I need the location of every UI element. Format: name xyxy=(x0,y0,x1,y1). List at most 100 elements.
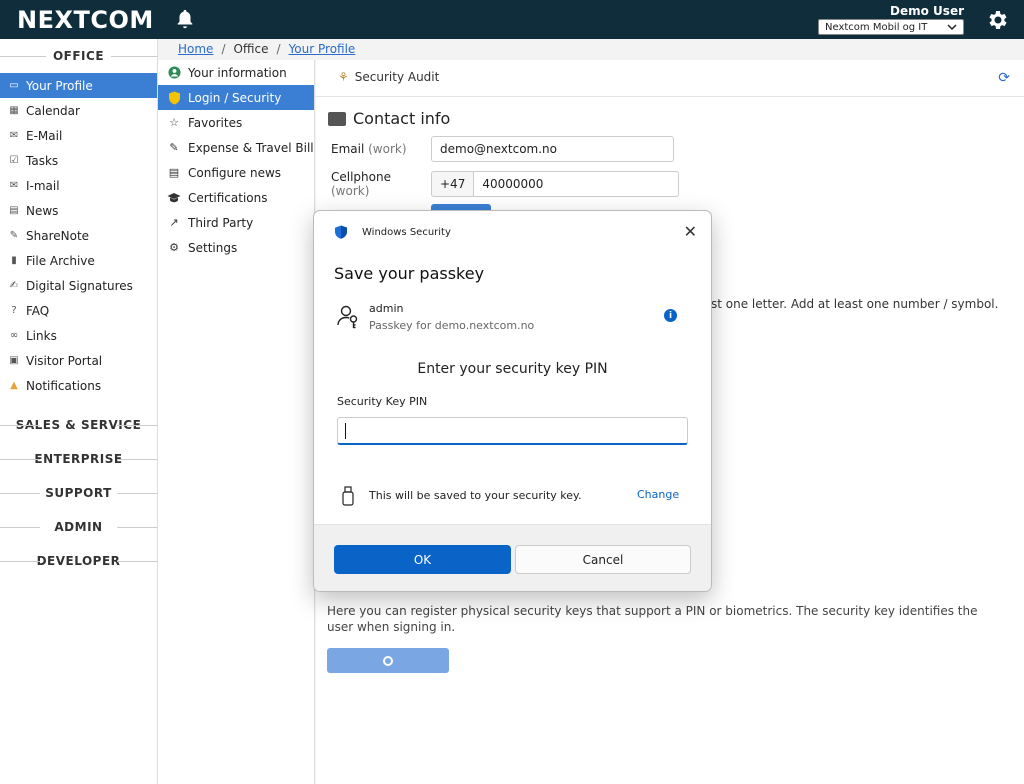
section-office[interactable]: OFFICE xyxy=(0,39,157,73)
sidebar-item-faq[interactable]: ? FAQ xyxy=(0,298,157,323)
news-icon: ▤ xyxy=(9,205,19,216)
save-note: This will be saved to your security key. xyxy=(369,489,582,502)
sidebar-item-imail[interactable]: ✉ I-mail xyxy=(0,173,157,198)
breadcrumb-your-profile[interactable]: Your Profile xyxy=(289,42,356,56)
country-code[interactable]: +47 xyxy=(431,171,474,197)
tasks-icon: ☑ xyxy=(9,155,19,166)
sidebar-item-label: Notifications xyxy=(26,378,102,393)
star-icon: ☆ xyxy=(169,116,179,129)
tab-third-party[interactable]: ↗ Third Party xyxy=(158,210,314,235)
sidebar-item-label: E-Mail xyxy=(26,128,63,143)
tab-login-security[interactable]: Login / Security xyxy=(158,85,314,110)
sharenote-icon: ✎ xyxy=(9,230,19,241)
security-key-description: Here you can register physical security … xyxy=(327,604,978,634)
sidebar-item-tasks[interactable]: ☑ Tasks xyxy=(0,148,157,173)
submenu-label: Certifications xyxy=(188,190,268,205)
sidebar-item-visitor-portal[interactable]: ▣ Visitor Portal xyxy=(0,348,157,373)
usb-key-icon xyxy=(342,486,354,506)
windows-shield-icon xyxy=(335,225,347,239)
notifications-icon: ▲ xyxy=(10,380,18,391)
account-passkey-site: Passkey for demo.nextcom.no xyxy=(369,319,535,332)
file-archive-icon: ▮ xyxy=(11,255,17,266)
shield-icon xyxy=(167,91,181,105)
submenu-label: Your information xyxy=(188,65,287,80)
submenu-label: Settings xyxy=(188,240,238,255)
ok-button[interactable]: OK xyxy=(334,545,511,574)
external-link-icon: ↗ xyxy=(169,216,179,229)
email-field[interactable]: demo@nextcom.no xyxy=(431,136,674,162)
tab-security-audit[interactable]: ⚘ Security Audit xyxy=(338,70,439,84)
sidebar-item-notifications[interactable]: ▲ Notifications xyxy=(0,373,157,398)
link-icon: ∞ xyxy=(9,330,19,341)
sidebar-item-digital-signatures[interactable]: ✍ Digital Signatures xyxy=(0,273,157,298)
breadcrumb-separator: / xyxy=(276,42,281,56)
bell-icon[interactable] xyxy=(174,7,196,31)
breadcrumb: Home / Office / Your Profile xyxy=(178,42,355,56)
company-select-value: Nextcom Mobil og IT xyxy=(825,21,928,33)
left-sidebar: OFFICE ▭ Your Profile ▦ Calendar ✉ E-Mail ☑… xyxy=(0,39,158,784)
close-icon[interactable]: ✕ xyxy=(684,222,697,241)
sidebar-item-label: Tasks xyxy=(26,153,59,168)
top-bar: NEXTCOM Demo User Nextcom Mobil og IT xyxy=(0,0,1024,39)
pin-heading: Enter your security key PIN xyxy=(417,361,608,377)
sidebar-item-label: Links xyxy=(26,328,57,343)
contact-info-heading: Contact info xyxy=(328,109,450,128)
pin-label: Security Key PIN xyxy=(337,395,428,408)
text-cursor xyxy=(345,423,346,439)
security-key-pin-input[interactable] xyxy=(337,417,688,445)
cancel-button[interactable]: Cancel xyxy=(515,545,691,574)
company-select[interactable]: Nextcom Mobil og IT xyxy=(818,19,964,35)
tab-expense-travel-bill[interactable]: ✎ Expense & Travel Bill xyxy=(158,135,314,160)
dialog-title: Save your passkey xyxy=(334,264,485,283)
tab-security-audit-label: Security Audit xyxy=(354,70,440,84)
sidebar-item-links[interactable]: ∞ Links xyxy=(0,323,157,348)
gear-icon[interactable] xyxy=(985,8,1009,32)
imail-icon: ✉ xyxy=(9,180,19,191)
submenu-label: Expense & Travel Bill xyxy=(188,140,314,155)
sidebar-item-label: Your Profile xyxy=(26,78,93,93)
sidebar-item-calendar[interactable]: ▦ Calendar xyxy=(0,98,157,123)
sidebar-item-news[interactable]: ▤ News xyxy=(0,198,157,223)
sidebar-item-email[interactable]: ✉ E-Mail xyxy=(0,123,157,148)
loading-spinner-icon xyxy=(383,655,393,666)
cellphone-qualifier: (work) xyxy=(331,184,370,198)
profile-icon: ▭ xyxy=(9,80,19,91)
sidebar-item-label: Visitor Portal xyxy=(26,353,103,368)
sidebar-item-label: News xyxy=(26,203,59,218)
info-icon[interactable]: i xyxy=(664,309,677,322)
tab-certifications[interactable]: Certifications xyxy=(158,185,314,210)
user-name[interactable]: Demo User xyxy=(890,4,964,18)
contact-info-title: Contact info xyxy=(353,109,451,128)
sidebar-item-sharenote[interactable]: ✎ ShareNote xyxy=(0,223,157,248)
section-sales-service[interactable]: SALES & SERVICE xyxy=(0,408,157,442)
register-security-key-button[interactable] xyxy=(327,648,449,673)
windows-security-dialog: Windows Security ✕ Save your passkey adm… xyxy=(313,210,712,592)
nextcom-logo[interactable]: NEXTCOM xyxy=(17,6,154,34)
section-developer[interactable]: DEVELOPER xyxy=(0,544,157,578)
section-support[interactable]: SUPPORT xyxy=(0,476,157,510)
account-name: admin xyxy=(369,302,404,315)
section-admin[interactable]: ADMIN xyxy=(0,510,157,544)
profile-submenu: Your information Login / Security ☆ Favor… xyxy=(158,60,315,784)
email-qualifier: (work) xyxy=(368,142,407,156)
calendar-icon: ▦ xyxy=(9,105,19,116)
section-enterprise[interactable]: ENTERPRISE xyxy=(0,442,157,476)
email-label-text: Email xyxy=(331,142,365,156)
tab-your-information[interactable]: Your information xyxy=(158,60,314,85)
sidebar-item-file-archive[interactable]: ▮ File Archive xyxy=(0,248,157,273)
tab-configure-news[interactable]: ▤ Configure news xyxy=(158,160,314,185)
email-label: Email (work) xyxy=(331,142,431,156)
refresh-icon[interactable]: ⟳ xyxy=(998,70,1010,86)
tab-favorites[interactable]: ☆ Favorites xyxy=(158,110,314,135)
expense-icon: ✎ xyxy=(169,141,179,154)
audit-icon: ⚘ xyxy=(338,70,349,84)
breadcrumb-home[interactable]: Home xyxy=(178,42,213,56)
sidebar-item-your-profile[interactable]: ▭ Your Profile xyxy=(0,73,157,98)
change-link[interactable]: Change xyxy=(637,488,679,501)
submenu-label: Configure news xyxy=(188,165,282,180)
cellphone-row: Cellphone (work) +47 40000000 xyxy=(331,170,680,198)
cellphone-field[interactable]: 40000000 xyxy=(473,171,680,197)
dialog-app-title: Windows Security xyxy=(362,226,451,238)
tab-settings[interactable]: ⚙ Settings xyxy=(158,235,314,260)
signature-icon: ✍ xyxy=(9,280,19,291)
